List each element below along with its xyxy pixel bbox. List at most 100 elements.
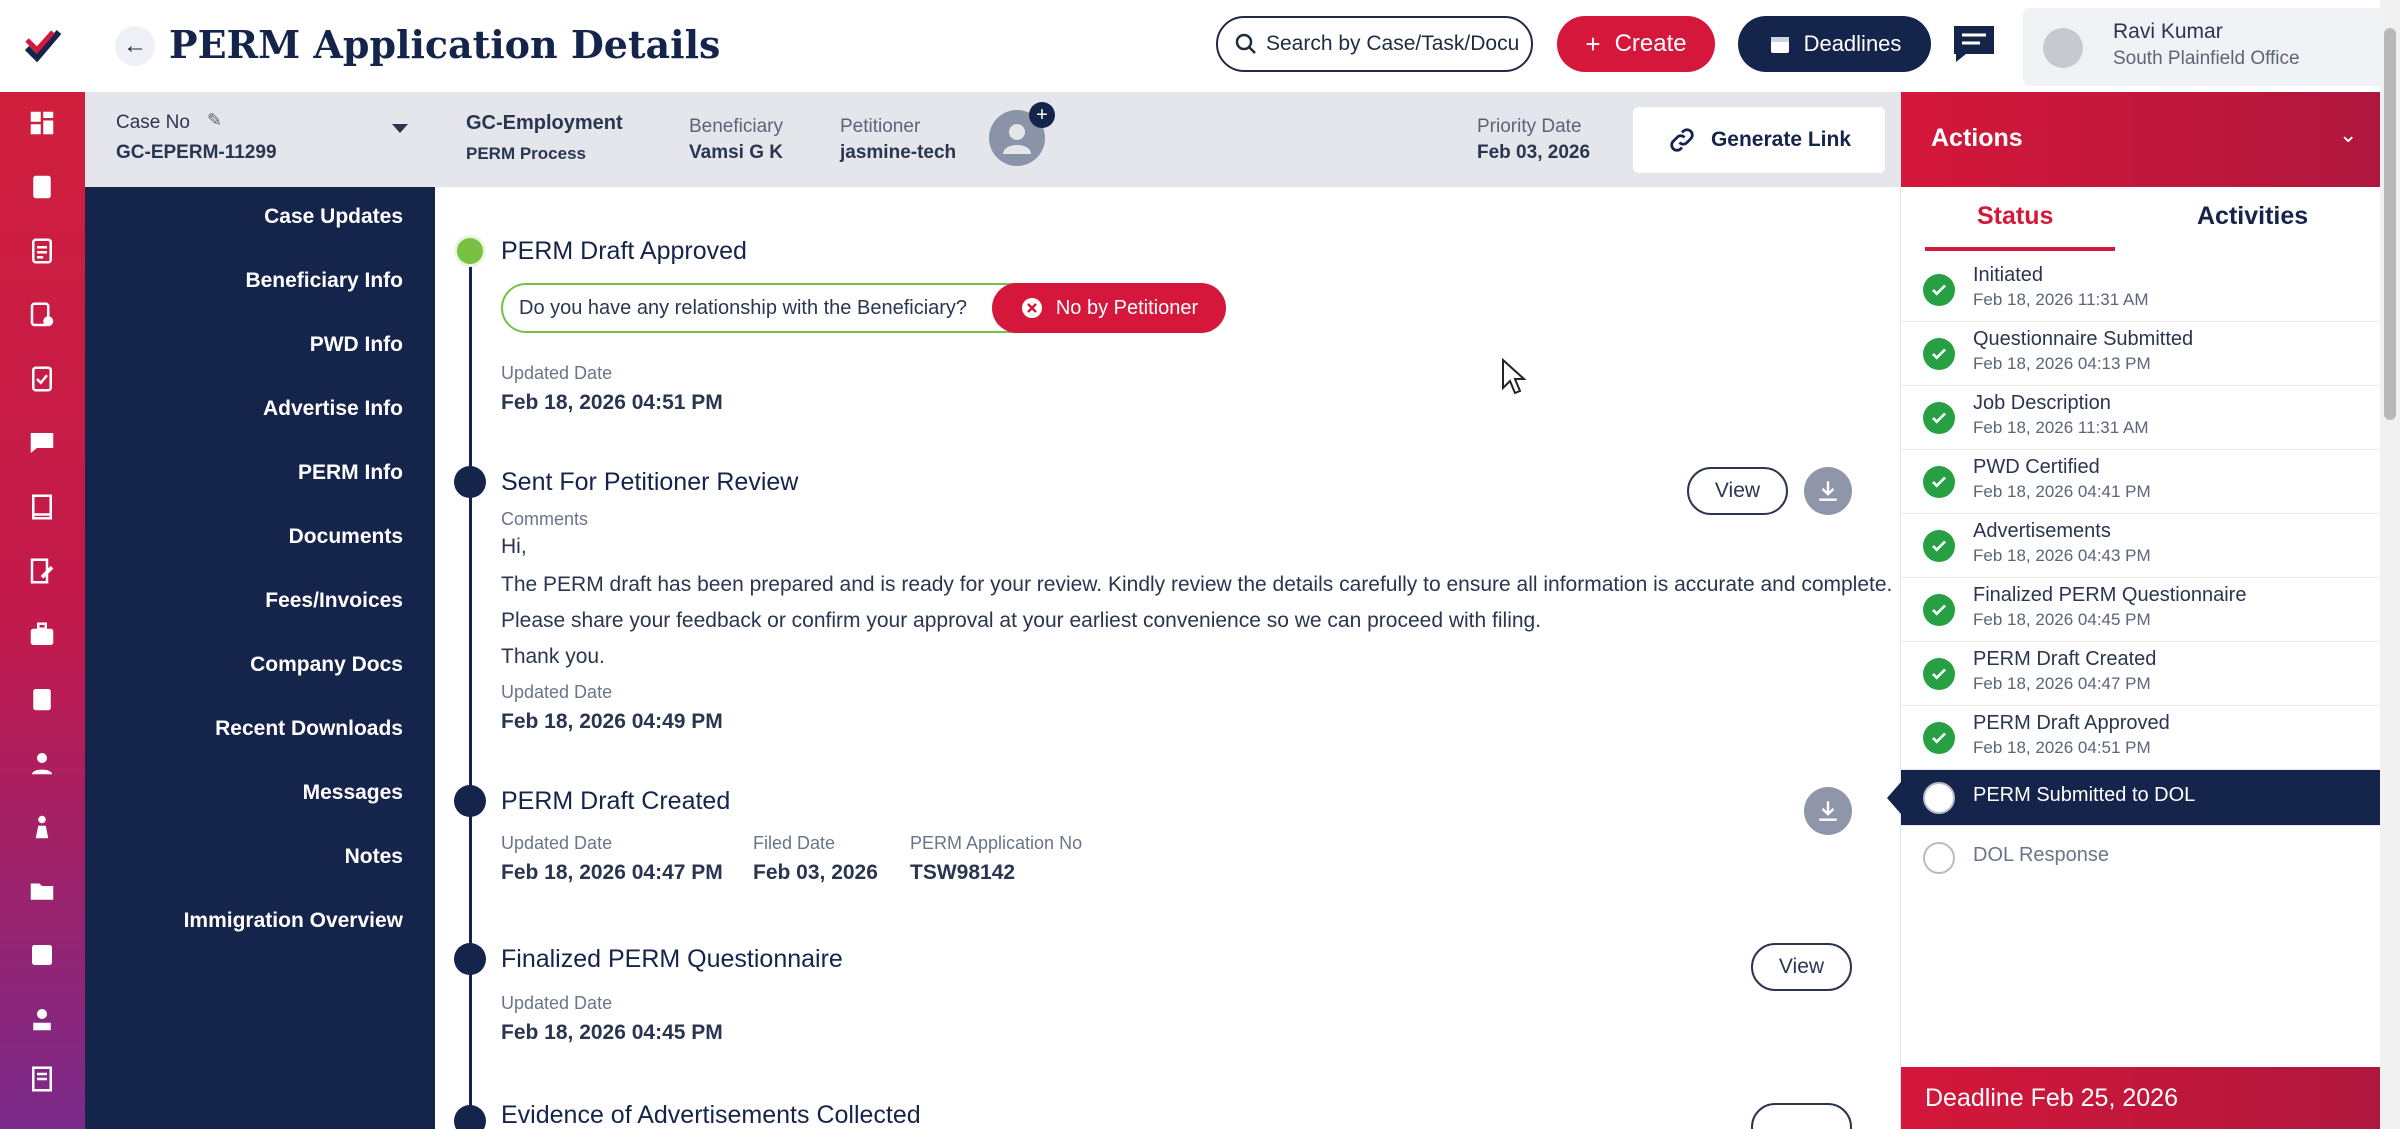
updated-label: Updated Date xyxy=(501,682,613,702)
timeline-line xyxy=(469,247,472,1129)
generate-link-button[interactable]: Generate Link xyxy=(1633,107,1885,173)
event-title: PERM Draft Created xyxy=(501,787,731,815)
view-button[interactable]: View xyxy=(1751,943,1852,991)
forms-icon[interactable] xyxy=(26,235,58,267)
check-icon xyxy=(1923,338,1955,370)
status-item: PWD Certified Feb 18, 2026 04:41 PM xyxy=(1901,450,2381,514)
event-title: Evidence of Advertisements Collected xyxy=(501,1101,921,1129)
case-no: GC-EPERM-11299 xyxy=(116,142,277,163)
deadlines-label: Deadlines xyxy=(1803,31,1902,56)
status-name: DOL Response xyxy=(1973,844,2109,866)
answer-text: No by Petitioner xyxy=(1055,296,1199,319)
app-logo[interactable] xyxy=(0,0,85,92)
pencil-icon[interactable]: ✎ xyxy=(207,110,222,131)
status-date: Feb 18, 2026 11:31 AM xyxy=(1973,290,2149,309)
nav-item-advertise-info[interactable]: Advertise Info xyxy=(263,397,403,421)
link-icon xyxy=(1670,128,1694,152)
nav-item-beneficiary-info[interactable]: Beneficiary Info xyxy=(245,269,403,293)
check-icon xyxy=(1923,594,1955,626)
case-dropdown-icon[interactable] xyxy=(392,124,408,133)
generate-link-label: Generate Link xyxy=(1710,128,1852,151)
chevron-down-icon[interactable]: ⌄ xyxy=(2339,122,2357,148)
arrow-left-icon: ← xyxy=(123,32,147,59)
page-scrollbar[interactable] xyxy=(2380,0,2400,1129)
updated-date: Feb 18, 2026 04:47 PM xyxy=(501,861,723,884)
download-icon[interactable] xyxy=(1804,787,1852,835)
timeline-dot xyxy=(454,466,486,498)
updated-label: Updated Date xyxy=(501,993,613,1013)
nav-item-documents[interactable]: Documents xyxy=(289,525,403,549)
status-item: Finalized PERM Questionnaire Feb 18, 2026… xyxy=(1901,578,2381,642)
tab-indicator xyxy=(1925,247,2115,251)
current-pointer xyxy=(1887,782,1901,814)
perm-app-no: TSW98142 xyxy=(910,861,1016,884)
documents-icon[interactable] xyxy=(26,299,58,331)
download-icon[interactable] xyxy=(1804,467,1852,515)
status-item: DOL Response xyxy=(1901,826,2381,890)
case-timeline: PERM Draft Approved Do you have any rela… xyxy=(435,187,1900,1129)
nav-item-case-updates[interactable]: Case Updates xyxy=(264,205,403,229)
note-icon[interactable] xyxy=(26,939,58,971)
status-item: Initiated Feb 18, 2026 11:31 AM xyxy=(1901,258,2381,322)
search-input[interactable]: Search by Case/Task/Docu xyxy=(1216,16,1533,72)
status-date: Feb 18, 2026 04:51 PM xyxy=(1973,738,2151,757)
tab-activities[interactable]: Activities xyxy=(2197,202,2308,231)
filed-label: Filed Date xyxy=(753,833,836,853)
cases-icon[interactable] xyxy=(26,171,58,203)
timeline-dot xyxy=(454,785,486,817)
search-icon xyxy=(1235,33,1256,54)
ledger-icon[interactable] xyxy=(26,1063,58,1095)
status-item: Job Description Feb 18, 2026 11:31 AM xyxy=(1901,386,2381,450)
folder-icon[interactable] xyxy=(26,875,58,907)
user-icon[interactable] xyxy=(26,747,58,779)
check-icon xyxy=(1923,530,1955,562)
deadline-banner: Deadline Feb 25, 2026 xyxy=(1901,1067,2381,1129)
updated-date: Feb 18, 2026 04:45 PM xyxy=(501,1021,723,1044)
actions-header[interactable]: Actions ⌄ xyxy=(1901,92,2381,187)
edit-doc-icon[interactable] xyxy=(26,555,58,587)
nav-item-recent-downloads[interactable]: Recent Downloads xyxy=(215,717,403,741)
filed-date: Feb 03, 2026 xyxy=(753,861,878,884)
nav-item-notes[interactable]: Notes xyxy=(345,845,403,869)
briefcase-icon[interactable] xyxy=(26,619,58,651)
nav-item-pwd-info[interactable]: PWD Info xyxy=(310,333,403,357)
status-item: Advertisements Feb 18, 2026 04:43 PM xyxy=(1901,514,2381,578)
beneficiary-name: Vamsi G K xyxy=(689,142,783,163)
agent-icon[interactable] xyxy=(26,1003,58,1035)
comment-line: Hi, xyxy=(501,535,527,558)
search-placeholder: Search by Case/Task/Docu xyxy=(1266,32,1520,55)
create-label: Create xyxy=(1614,30,1687,57)
person-icon[interactable] xyxy=(26,811,58,843)
status-name: PWD Certified xyxy=(1973,456,2100,478)
add-icon[interactable]: + xyxy=(1029,102,1055,128)
comment-line: Thank you. xyxy=(501,645,605,668)
chat-icon[interactable] xyxy=(26,427,58,459)
create-button[interactable]: + Create xyxy=(1557,16,1715,72)
nav-item-immigration-overview[interactable]: Immigration Overview xyxy=(184,909,403,933)
status-name: Finalized PERM Questionnaire xyxy=(1973,584,2247,606)
status-item-current[interactable]: PERM Submitted to DOL xyxy=(1887,770,2381,826)
view-button[interactable] xyxy=(1751,1103,1852,1129)
tab-status[interactable]: Status xyxy=(1977,202,2053,231)
messages-icon[interactable] xyxy=(1952,24,1996,64)
nav-item-company-docs[interactable]: Company Docs xyxy=(250,653,403,677)
icon-rail xyxy=(0,0,85,1129)
back-button[interactable]: ← xyxy=(115,26,155,66)
mouse-cursor-icon xyxy=(1502,358,1527,395)
scrollbar-thumb[interactable] xyxy=(2384,28,2396,420)
comment-line: The PERM draft has been prepared and is … xyxy=(501,573,1893,596)
book-icon[interactable] xyxy=(26,491,58,523)
nav-item-fees-invoices[interactable]: Fees/Invoices xyxy=(265,589,403,613)
user-profile[interactable]: Ravi Kumar South Plainfield Office ⌄ xyxy=(2023,8,2400,86)
view-button[interactable]: View xyxy=(1687,467,1788,515)
deadlines-button[interactable]: Deadlines xyxy=(1738,16,1931,72)
tasks-icon[interactable] xyxy=(26,363,58,395)
dashboard-icon[interactable] xyxy=(26,107,58,139)
nav-item-perm-info[interactable]: PERM Info xyxy=(298,461,403,485)
clipboard-icon[interactable] xyxy=(26,683,58,715)
case-type: GC-Employment xyxy=(466,112,623,134)
nav-item-messages[interactable]: Messages xyxy=(303,781,403,805)
status-name: Job Description xyxy=(1973,392,2111,414)
page-title: PERM Application Details xyxy=(169,22,721,67)
updated-label: Updated Date xyxy=(501,833,613,853)
